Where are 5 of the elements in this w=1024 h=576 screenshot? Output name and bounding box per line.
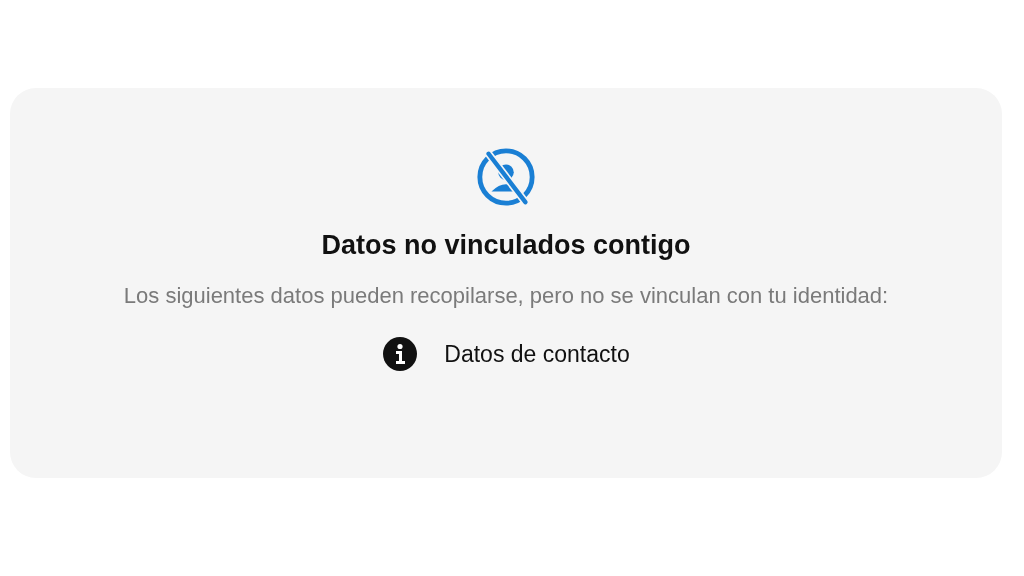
crossed-out-person-icon [475, 146, 537, 208]
section-title: Datos no vinculados contigo [321, 230, 691, 261]
info-icon [382, 336, 419, 372]
data-type-label: Datos de contacto [444, 340, 630, 368]
section-description: Los siguientes datos pueden recopilarse, pero no se vinculan con tu identidad: [122, 282, 890, 310]
